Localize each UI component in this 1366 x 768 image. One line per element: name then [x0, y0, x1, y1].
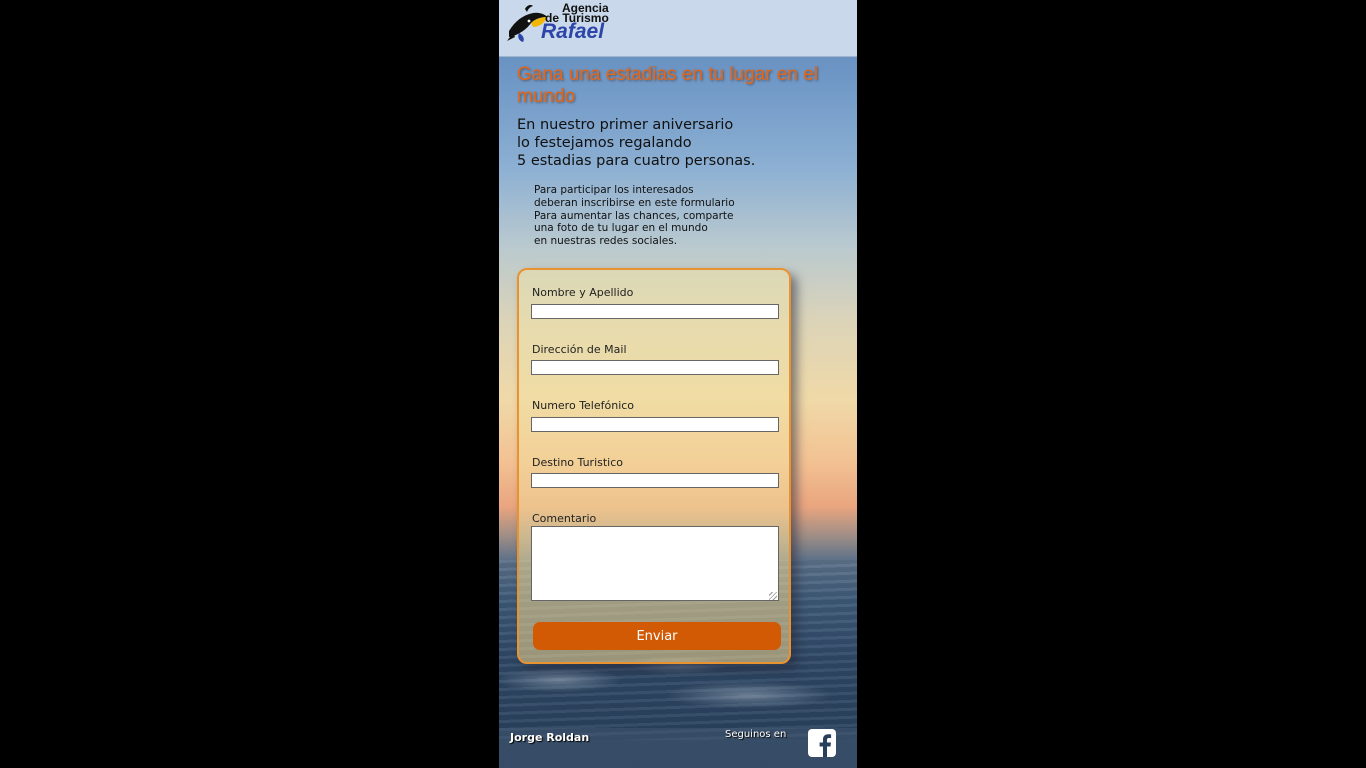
email-label: Dirección de Mail — [532, 343, 627, 356]
name-label: Nombre y Apellido — [532, 286, 634, 299]
subtitle-line: En nuestro primer aniversario — [517, 117, 734, 133]
follow-us-label: Seguinos en — [725, 729, 787, 740]
info-line: en nuestras redes sociales. — [534, 235, 678, 248]
facebook-icon[interactable] — [808, 729, 836, 757]
email-input[interactable] — [531, 360, 779, 375]
info-line: una foto de tu lugar en el mundo — [534, 222, 708, 235]
info-line: Para aumentar las chances, comparte — [534, 209, 734, 222]
page-headline: Gana una estadias en tu lugar en el mund… — [517, 64, 819, 107]
comment-label: Comentario — [532, 512, 597, 525]
name-input[interactable] — [531, 304, 779, 319]
destination-label: Destino Turistico — [532, 456, 624, 469]
comment-textarea[interactable] — [531, 526, 779, 601]
destination-input[interactable] — [531, 473, 779, 488]
info-line: deberan inscribirse en este formulario — [534, 196, 735, 209]
info-line: Para participar los interesados — [534, 184, 694, 196]
phone-label: Numero Telefónico — [532, 399, 635, 412]
author-name: Jorge Roldan — [510, 731, 590, 744]
registration-form: Nombre y Apellido Dirección de Mail Nume… — [517, 268, 791, 664]
phone-input[interactable] — [531, 417, 779, 432]
site-header: Agencia de Turismo Rafael — [499, 0, 857, 57]
landing-page: Agencia de Turismo Rafael Gana una estad… — [499, 0, 857, 768]
textarea-resize-handle[interactable] — [769, 592, 777, 600]
subtitle-line: 5 estadias para cuatro personas. — [517, 153, 756, 169]
logo-text-rafael: Rafael — [541, 20, 605, 43]
agency-logo[interactable]: Agencia de Turismo Rafael — [505, 1, 619, 53]
participation-info: Para participar los interesados deberan … — [534, 184, 834, 248]
submit-button[interactable]: Enviar — [533, 622, 781, 650]
site-footer: Jorge Roldan Seguinos en — [499, 728, 857, 768]
page-subtitle: En nuestro primer aniversario lo festeja… — [517, 116, 847, 170]
subtitle-line: lo festejamos regalando — [517, 135, 692, 151]
